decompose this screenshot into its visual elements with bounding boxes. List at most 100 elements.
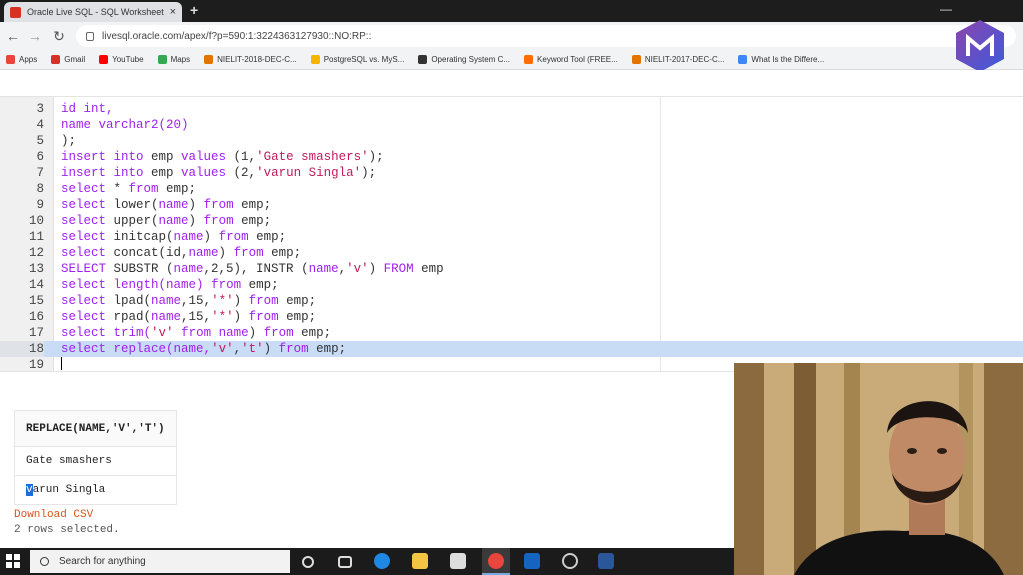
code-line[interactable]: 12 select concat(id,name) from emp; <box>0 245 1023 261</box>
minimize-icon[interactable]: — <box>940 2 952 16</box>
bookmark-item[interactable]: Apps <box>6 55 37 64</box>
sql-editor[interactable]: 3 id int, 4 name varchar2(20) 5); 6 insert int… <box>0 96 1023 372</box>
code-token: 'Gate smashers' <box>256 150 369 164</box>
back-arrow-icon[interactable]: ← <box>4 27 22 45</box>
code-token: (1, <box>226 150 257 164</box>
code-token: insert into <box>61 150 144 164</box>
bookmark-favicon-icon <box>51 55 61 64</box>
chrome-icon[interactable] <box>488 553 504 569</box>
forward-arrow-icon[interactable]: → <box>26 27 44 45</box>
code-token: select <box>61 278 107 292</box>
bookmark-favicon-icon <box>310 55 320 64</box>
obs-icon[interactable] <box>562 553 578 569</box>
code-token: name <box>158 198 189 212</box>
code-line[interactable]: 10 select upper(name) from emp; <box>0 213 1023 229</box>
bookmark-label: Operating System C... <box>431 55 511 64</box>
download-csv-link[interactable]: Download CSV <box>14 509 177 521</box>
code-token: values <box>181 166 227 180</box>
presenter-webcam-image <box>734 363 1023 575</box>
code-line[interactable]: 4 name varchar2(20) <box>0 117 1023 133</box>
code-line[interactable]: 15 select lpad(name,15,'*') from emp; <box>0 293 1023 309</box>
code-line[interactable]: 17 select trim('v' from name) from emp; <box>0 325 1023 341</box>
file-explorer-icon[interactable] <box>412 553 428 569</box>
bookmark-label: YouTube <box>112 55 144 64</box>
code-line[interactable]: 3 id int, <box>0 101 1023 117</box>
code-line[interactable]: 5); <box>0 133 1023 149</box>
results-table: REPLACE(NAME,'V','T') Gate smashers varu… <box>14 410 177 505</box>
bookmark-label: PostgreSQL vs. MyS... <box>323 55 405 64</box>
bookmark-item[interactable]: YouTube <box>99 55 144 64</box>
code-token: from <box>211 278 242 292</box>
bookmark-favicon-icon <box>631 55 641 64</box>
bookmark-item[interactable]: PostgreSQL vs. MyS... <box>310 55 405 64</box>
code-token: from <box>233 246 264 260</box>
code-token: ); <box>361 166 377 180</box>
table-cell: varun Singla <box>14 475 177 505</box>
cortana-icon[interactable] <box>302 556 314 568</box>
tab-title: Oracle Live SQL - SQL Worksheet <box>27 7 164 17</box>
line-number: 16 <box>28 310 44 324</box>
code-line-selected[interactable]: 18 select replace(name,'v','t') from emp; <box>0 341 1023 357</box>
bookmark-item[interactable]: Operating System C... <box>418 55 510 64</box>
code-text: insert into emp values (1,'Gate smashers… <box>61 149 384 165</box>
code-line[interactable]: 9 select lower(name) from emp; <box>0 197 1023 213</box>
code-text: select lower(name) from emp; <box>61 197 271 213</box>
line-number: 12 <box>28 246 44 260</box>
code-token: ) <box>368 262 384 276</box>
code-text: select initcap(name) from emp; <box>61 229 286 245</box>
code-token: from name <box>181 326 249 340</box>
mail-icon[interactable] <box>524 553 540 569</box>
cell-text: arun Singla <box>32 484 106 496</box>
code-token: replace(name, <box>113 342 212 356</box>
code-token: select <box>61 326 107 340</box>
edge-icon[interactable] <box>374 553 390 569</box>
bookmark-item[interactable]: What Is the Differe... <box>738 55 824 64</box>
code-token: ) <box>188 214 204 228</box>
code-token: length(name) <box>113 278 204 292</box>
bookmark-item[interactable]: Keyword Tool (FREE... <box>524 55 618 64</box>
code-token: ); <box>368 150 384 164</box>
code-token: from <box>263 326 294 340</box>
code-text: name varchar2(20) <box>61 117 189 133</box>
code-text: ); <box>61 133 76 149</box>
code-text: select upper(name) from emp; <box>61 213 271 229</box>
new-tab-button[interactable]: + <box>190 2 198 18</box>
bookmark-label: Gmail <box>64 55 86 64</box>
browser-tab[interactable]: Oracle Live SQL - SQL Worksheet × <box>4 2 182 22</box>
bookmark-item[interactable]: NIELIT-2018-DEC-C... <box>204 55 297 64</box>
code-token: FROM <box>383 262 414 276</box>
url-text: livesql.oracle.com/apex/f?p=590:1:322436… <box>102 30 372 42</box>
code-token: from <box>218 230 249 244</box>
code-line[interactable]: 13 SELECT SUBSTR (name,2,5), INSTR (name,… <box>0 261 1023 277</box>
taskbar-search-input[interactable]: Search for anything <box>30 550 290 573</box>
code-token: emp; <box>278 310 317 324</box>
code-token: (2, <box>226 166 257 180</box>
bookmark-item[interactable]: Gmail <box>51 55 85 64</box>
code-token: name <box>188 246 219 260</box>
code-line[interactable]: 16 select rpad(name,15,'*') from emp; <box>0 309 1023 325</box>
task-view-icon[interactable] <box>338 556 352 568</box>
tab-close-icon[interactable]: × <box>170 6 176 18</box>
code-line[interactable]: 7 insert into emp values (2,'varun Singla… <box>0 165 1023 181</box>
line-number: 19 <box>28 358 44 372</box>
code-line[interactable]: 11 select initcap(name) from emp; <box>0 229 1023 245</box>
code-token: emp; <box>233 214 272 228</box>
code-line[interactable]: 14 select length(name) from emp; <box>0 277 1023 293</box>
code-token: , <box>338 262 347 276</box>
code-line[interactable]: 6 insert into emp values (1,'Gate smasher… <box>0 149 1023 165</box>
reload-icon[interactable]: ↻ <box>50 27 68 45</box>
code-token: emp <box>143 150 182 164</box>
address-bar[interactable]: livesql.oracle.com/apex/f?p=590:1:322436… <box>76 25 1016 47</box>
code-token: values <box>181 150 227 164</box>
code-text: select * from emp; <box>61 181 196 197</box>
code-line[interactable]: 8 select * from emp; <box>0 181 1023 197</box>
store-icon[interactable] <box>450 553 466 569</box>
bookmark-item[interactable]: NIELIT-2017-DEC-C... <box>631 55 724 64</box>
code-token: initcap( <box>106 230 174 244</box>
column-header: REPLACE(NAME,'V','T') <box>14 410 177 447</box>
line-number: 3 <box>36 102 44 116</box>
word-icon[interactable] <box>598 553 614 569</box>
windows-start-icon[interactable] <box>6 554 20 568</box>
bookmark-item[interactable]: Maps <box>157 55 190 64</box>
